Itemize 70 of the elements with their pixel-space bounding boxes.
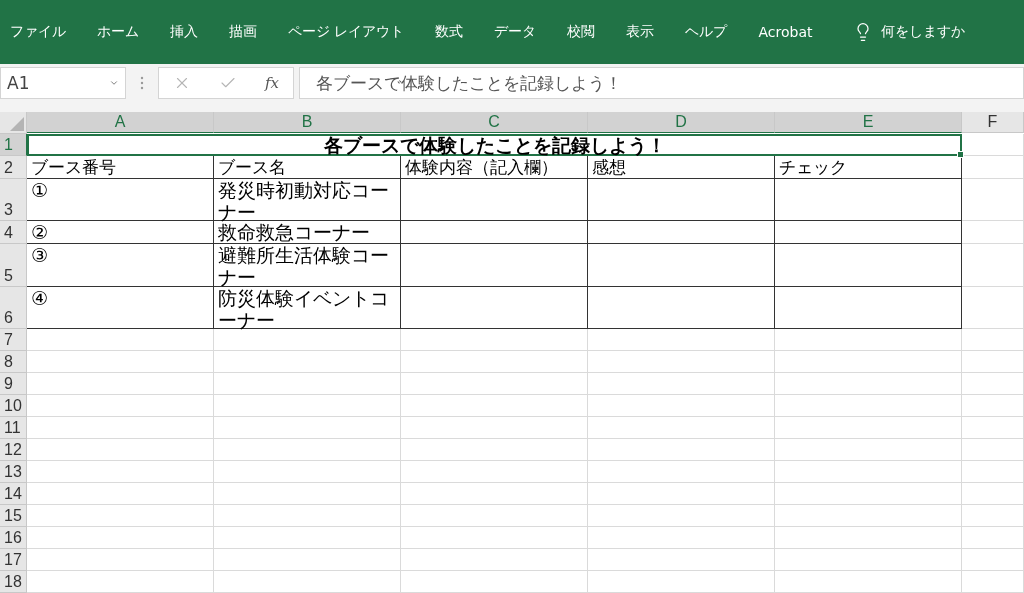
header-cell[interactable]: チェック [775,156,962,179]
table-cell[interactable]: ④ [27,286,214,329]
empty-cell[interactable] [401,286,588,329]
row-header[interactable]: 8 [0,351,27,373]
row-header[interactable]: 17 [0,549,27,571]
row-header[interactable]: 3 [0,179,27,222]
empty-cell[interactable] [588,179,775,222]
ribbon-tab[interactable]: ホーム [97,23,139,41]
table-cell[interactable]: ① [27,179,214,222]
table-cell[interactable]: 防災体験イベントコーナー [214,286,401,329]
row-header[interactable]: 15 [0,505,27,527]
row-header[interactable]: 10 [0,395,27,417]
row-header[interactable]: 1 [0,134,27,156]
insert-function-button[interactable]: fx [264,74,279,92]
column-header[interactable]: E [775,112,962,133]
table-cell[interactable]: ③ [27,244,214,287]
select-all-corner[interactable] [0,112,27,134]
empty-cell[interactable] [775,244,962,287]
row-header[interactable]: 6 [0,286,27,329]
ribbon-tab[interactable]: ヘルプ [685,23,728,41]
empty-cell[interactable] [401,179,588,222]
table-cell[interactable]: 救命救急コーナー [214,221,401,245]
table-cell[interactable]: 発災時初動対応コーナー [214,179,401,222]
fill-handle[interactable] [957,151,964,158]
empty-cell[interactable] [401,244,588,287]
column-header[interactable]: A [27,112,214,133]
table-cell[interactable]: ② [27,221,214,245]
dropdown-icon[interactable] [109,78,119,88]
header-cell[interactable]: ブース名 [214,156,401,179]
ribbon-tab[interactable]: 校閲 [567,23,596,41]
column-header[interactable]: B [214,112,401,133]
row-header[interactable]: 7 [0,329,27,351]
row-header[interactable]: 5 [0,244,27,287]
ribbon-tab[interactable]: ページ レイアウト [288,23,405,41]
empty-cell[interactable] [588,244,775,287]
sheet-title[interactable]: 各ブースで体験したことを記録しよう！ [27,134,962,156]
empty-cell[interactable] [775,286,962,329]
column-header[interactable]: C [401,112,588,133]
header-cell[interactable]: 体験内容（記入欄） [401,156,588,179]
ribbon-tab[interactable]: 数式 [435,23,464,41]
row-header[interactable]: 9 [0,373,27,395]
empty-cell[interactable] [775,221,962,245]
ribbon-tab[interactable]: 挿入 [170,23,198,41]
row-header[interactable]: 2 [0,156,27,179]
row-header[interactable]: 11 [0,417,27,439]
name-box[interactable]: A1 [0,67,126,99]
triangle-icon [10,117,24,131]
empty-cell[interactable] [401,221,588,245]
ribbon-tab[interactable]: Acrobat [758,24,813,40]
table-cell[interactable]: 避難所生活体験コーナー [214,244,401,287]
ribbon-tab[interactable]: 表示 [626,23,655,41]
formula-field[interactable]: 各ブースで体験したことを記録しよう！ [299,67,1024,99]
empty-cell[interactable] [588,286,775,329]
row-header[interactable]: 13 [0,461,27,483]
column-header[interactable]: D [588,112,775,133]
header-cell[interactable]: ブース番号 [27,156,214,179]
ribbon-tab[interactable]: ファイル [10,23,66,41]
header-cell[interactable]: 感想 [588,156,775,179]
row-header[interactable]: 4 [0,221,27,245]
row-header[interactable]: 18 [0,571,27,593]
column-header[interactable]: F [962,112,1024,133]
empty-cell[interactable] [775,179,962,222]
drag-handle-icon[interactable] [140,75,144,91]
tell-me-search[interactable]: 何をしますか [881,23,966,41]
row-header[interactable]: 16 [0,527,27,549]
ribbon-tab[interactable]: 描画 [229,23,257,41]
row-header[interactable]: 14 [0,483,27,505]
ribbon-tab[interactable]: データ [494,23,537,41]
row-header[interactable]: 12 [0,439,27,461]
empty-cell[interactable] [588,221,775,245]
